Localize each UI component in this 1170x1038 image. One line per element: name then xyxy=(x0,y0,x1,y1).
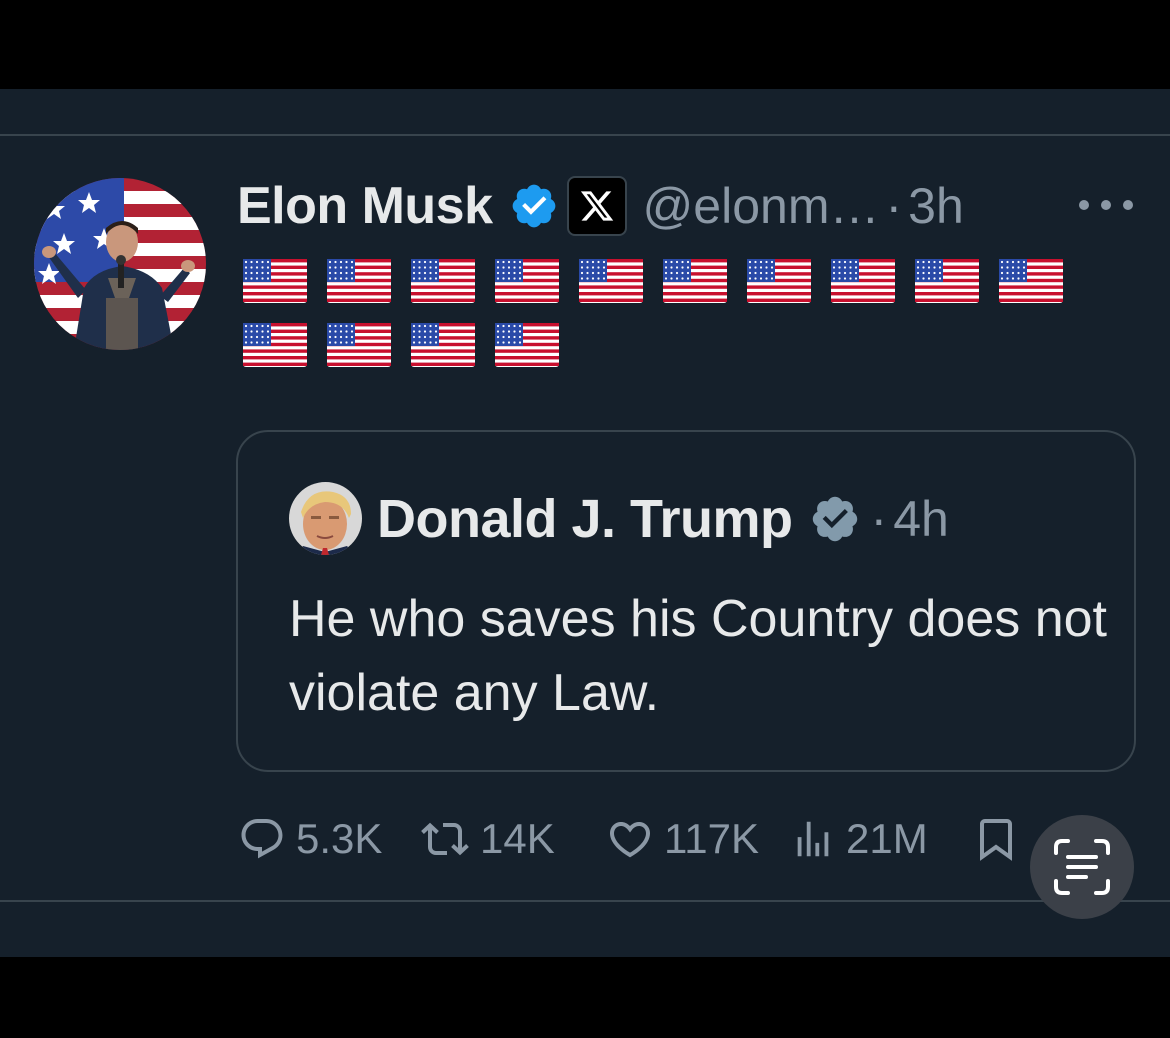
us-flag-icon xyxy=(747,259,811,303)
repost-count: 14K xyxy=(480,815,555,862)
tweet-header: Elon Musk @elonm… · 3h xyxy=(237,171,964,241)
divider-top xyxy=(0,134,1170,136)
us-flag-icon xyxy=(663,259,727,303)
like-icon xyxy=(609,822,651,858)
quoted-tweet[interactable]: Donald J. Trump · 4h He who saves his Co… xyxy=(236,430,1136,772)
us-flag-icon xyxy=(495,259,559,303)
divider-bottom xyxy=(0,900,1170,902)
reply-icon xyxy=(241,819,283,859)
repost-button[interactable]: 14K xyxy=(420,809,555,869)
text-scan-icon xyxy=(1054,839,1110,895)
bookmark-icon[interactable] xyxy=(972,813,1020,865)
verified-badge-icon[interactable] xyxy=(509,181,559,231)
us-flag-icon xyxy=(831,259,895,303)
us-flag-icon xyxy=(327,323,391,367)
us-flag-icon xyxy=(327,259,391,303)
us-flag-icon xyxy=(915,259,979,303)
us-flag-icon xyxy=(243,259,307,303)
us-flag-icon xyxy=(411,323,475,367)
reply-count: 5.3K xyxy=(296,815,383,862)
quoted-author-avatar[interactable] xyxy=(289,482,362,555)
views-icon xyxy=(797,821,829,857)
x-affiliation-icon[interactable] xyxy=(566,176,627,236)
quoted-text: He who saves his Country does not violat… xyxy=(289,590,1107,722)
more-icon[interactable] xyxy=(1076,197,1136,213)
tweet-panel: Elon Musk @elonm… · 3h Donald J. Trump ·… xyxy=(0,89,1170,957)
us-flag-icon xyxy=(243,323,307,367)
quoted-author-name[interactable]: Donald J. Trump xyxy=(377,488,793,550)
us-flag-icon xyxy=(579,259,643,303)
time-separator: · xyxy=(885,178,903,234)
repost-icon xyxy=(421,822,469,856)
verified-badge-icon[interactable] xyxy=(809,493,861,545)
tweet-time[interactable]: 3h xyxy=(908,177,964,235)
views-button[interactable]: 21M xyxy=(790,809,928,869)
like-button[interactable]: 117K xyxy=(606,809,759,869)
quoted-time[interactable]: 4h xyxy=(893,490,949,548)
us-flag-icon xyxy=(999,259,1063,303)
us-flag-icon xyxy=(411,259,475,303)
author-avatar[interactable] xyxy=(34,178,206,350)
text-scan-button[interactable] xyxy=(1030,815,1134,919)
action-bar: 5.3K 14K 117K 21M xyxy=(0,809,1170,869)
quoted-header: Donald J. Trump · 4h xyxy=(377,484,949,554)
us-flag-icon xyxy=(495,323,559,367)
author-name[interactable]: Elon Musk xyxy=(237,176,493,236)
tweet-text xyxy=(243,259,1103,367)
reply-button[interactable]: 5.3K xyxy=(238,809,382,869)
like-count: 117K xyxy=(664,815,759,862)
views-count: 21M xyxy=(846,815,928,862)
author-handle[interactable]: @elonm… xyxy=(643,177,880,235)
quoted-time-separator: · xyxy=(870,491,888,547)
